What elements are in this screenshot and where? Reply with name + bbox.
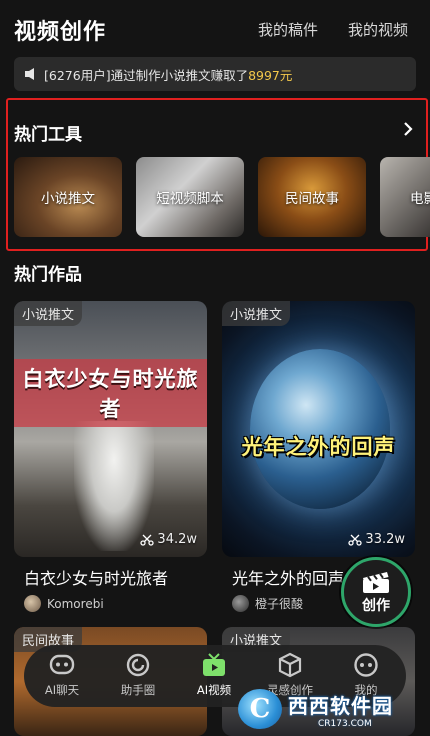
clapperboard-icon bbox=[363, 571, 389, 593]
work-name[interactable]: 白衣少女与时光旅者 bbox=[24, 565, 168, 589]
tab-ai-video[interactable]: AI视频 bbox=[184, 652, 244, 702]
author-name: Komorebi bbox=[47, 596, 104, 611]
avatar bbox=[24, 595, 41, 612]
chat-bot-icon bbox=[49, 654, 75, 675]
create-label: 创作 bbox=[362, 597, 390, 614]
view-count: 33.2w bbox=[348, 532, 405, 547]
tab-label: AI聊天 bbox=[44, 683, 80, 697]
avatar bbox=[232, 595, 249, 612]
scissors-icon bbox=[348, 534, 363, 546]
notice-text: [6276用户]通过制作小说推文赚取了 bbox=[44, 67, 249, 83]
view-count-text: 34.2w bbox=[157, 532, 197, 547]
tab-assistant-circle[interactable]: 助手圈 bbox=[108, 652, 168, 702]
tool-card-movie[interactable]: 电影 bbox=[380, 157, 430, 237]
work-card[interactable]: 小说推文 白衣少女与时光旅者 34.2w bbox=[14, 301, 207, 557]
tv-icon bbox=[203, 653, 225, 676]
tool-card-folk-story[interactable]: 民间故事 bbox=[258, 157, 366, 237]
tool-label: 短视频脚本 bbox=[156, 191, 224, 207]
speaker-icon bbox=[25, 68, 34, 80]
cube-icon bbox=[278, 652, 302, 678]
hot-tools-title: 热门工具 bbox=[14, 125, 82, 145]
my-drafts-link[interactable]: 我的稿件 bbox=[258, 19, 318, 40]
tool-card-short-video-script[interactable]: 短视频脚本 bbox=[136, 157, 244, 237]
view-count-text: 33.2w bbox=[365, 532, 405, 547]
tab-label: 助手圈 bbox=[120, 683, 156, 697]
category-tag: 小说推文 bbox=[222, 301, 291, 326]
profile-icon bbox=[354, 653, 378, 677]
notice-amount: 8997元 bbox=[248, 67, 293, 83]
author-row[interactable]: 橙子很酸 bbox=[232, 595, 303, 612]
circle-icon bbox=[126, 653, 150, 677]
site-watermark: C 西西软件园 CR173.COM bbox=[238, 686, 428, 732]
chevron-right-icon[interactable] bbox=[402, 121, 414, 137]
header: 视频创作 我的稿件 我的视频 bbox=[0, 0, 430, 56]
tool-card-novel[interactable]: 小说推文 bbox=[14, 157, 122, 237]
author-row[interactable]: Komorebi bbox=[24, 595, 104, 612]
tool-label: 小说推文 bbox=[41, 191, 95, 207]
my-videos-link[interactable]: 我的视频 bbox=[348, 19, 408, 40]
work-card[interactable]: 小说推文 光年之外的回声 33.2w bbox=[222, 301, 415, 557]
tool-label: 电影 bbox=[410, 191, 430, 207]
hot-works-title: 热门作品 bbox=[14, 265, 82, 285]
cover-title: 白衣少女与时光旅者 bbox=[14, 359, 207, 427]
cover-title: 光年之外的回声 bbox=[241, 435, 396, 459]
earnings-notice-bar[interactable]: [6276用户]通过制作小说推文赚取了 8997元 bbox=[14, 57, 416, 91]
tool-label: 民间故事 bbox=[285, 191, 339, 207]
tab-ai-chat[interactable]: AI聊天 bbox=[32, 652, 92, 702]
watermark-text: 西西软件园 bbox=[288, 693, 393, 718]
view-count: 34.2w bbox=[140, 532, 197, 547]
page-title: 视频创作 bbox=[14, 20, 107, 45]
work-name[interactable]: 光年之外的回声 bbox=[232, 565, 344, 589]
watermark-logo-icon: C bbox=[238, 689, 282, 729]
category-tag: 小说推文 bbox=[14, 301, 83, 326]
scissors-icon bbox=[140, 534, 155, 546]
tab-label: AI视频 bbox=[196, 683, 232, 697]
author-name: 橙子很酸 bbox=[255, 597, 304, 611]
create-button[interactable]: 创作 bbox=[341, 557, 411, 627]
watermark-url: CR173.COM bbox=[318, 718, 372, 729]
cover-planet bbox=[250, 349, 390, 509]
